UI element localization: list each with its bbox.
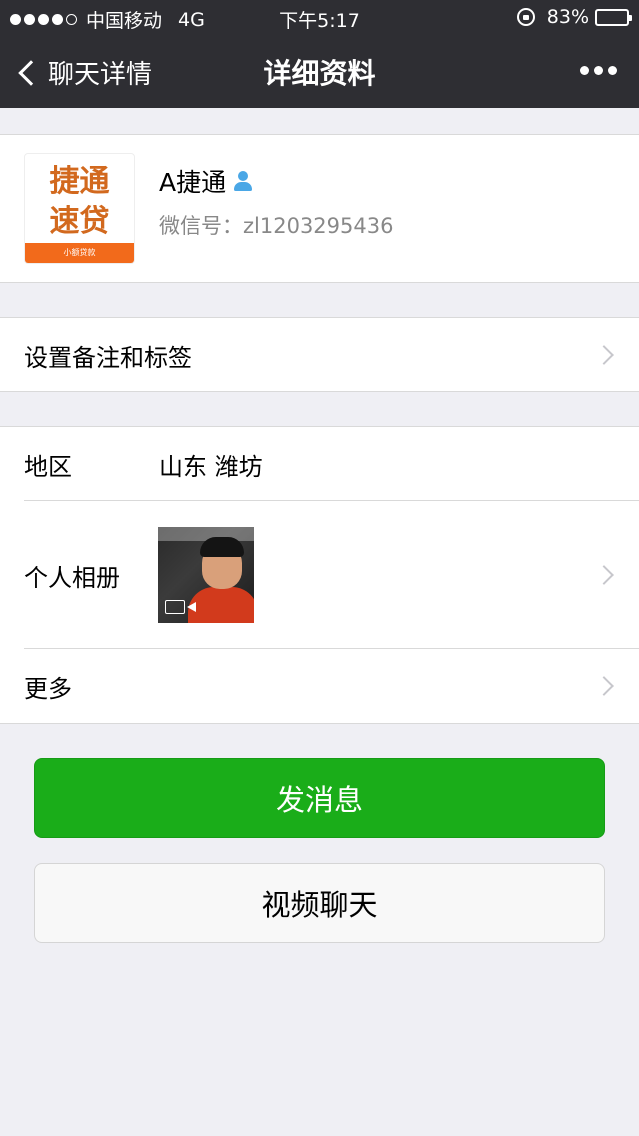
wechat-id: 微信号：zl1203295436 [159, 214, 394, 238]
thumb-person-body [188, 587, 254, 623]
more-dot-icon [608, 66, 617, 75]
more-dot-icon [580, 66, 589, 75]
more-dot-icon [594, 66, 603, 75]
page-title: 详细资料 [263, 57, 376, 90]
video-chat-button[interactable]: 视频聊天 [34, 863, 605, 943]
video-camera-lens [187, 602, 196, 612]
more-label: 更多 [24, 674, 72, 703]
send-message-button[interactable]: 发消息 [34, 758, 605, 838]
profile-card: 捷通速贷 小额贷款 A捷通 微信号：zl1203295436 [0, 134, 639, 283]
avatar[interactable]: 捷通 速贷 小额贷款 [24, 153, 135, 264]
chevron-right-icon [594, 676, 614, 696]
album-row[interactable]: 个人相册 [0, 501, 639, 649]
region-label: 地区 [24, 452, 72, 481]
profile-name-row: A捷通 [159, 163, 254, 199]
chevron-right-icon [594, 565, 614, 585]
status-right: 83% [516, 6, 632, 28]
region-value: 山东 潍坊 [159, 452, 263, 481]
status-bar: 中国移动 4G 下午5:17 83% [0, 0, 639, 36]
avatar-logo-text: 捷通 速贷 [25, 162, 134, 242]
battery-icon [595, 8, 632, 26]
album-label: 个人相册 [24, 563, 120, 592]
region-row: 地区 山东 潍坊 [0, 427, 639, 501]
more-options-button[interactable] [575, 66, 617, 75]
avatar-logo-line: 速贷 [49, 204, 110, 239]
person-icon [232, 170, 254, 192]
profile-name: A捷通 [159, 168, 227, 197]
info-section: 地区 山东 潍坊 个人相册 更多 [0, 426, 639, 724]
avatar-logo-line: 捷通 [49, 164, 110, 199]
video-camera-body [165, 600, 185, 614]
battery-percent: 83% [546, 6, 589, 28]
avatar-subtext: 小额贷款 [25, 243, 134, 263]
video-camera-icon [165, 599, 197, 615]
more-row[interactable]: 更多 [0, 649, 639, 723]
remark-tags-label: 设置备注和标签 [24, 343, 192, 372]
album-thumbnail[interactable] [158, 527, 254, 623]
thumb-person-hair [200, 537, 244, 557]
nav-bar: 聊天详情 详细资料 [0, 36, 639, 108]
rotation-lock-icon [516, 8, 535, 26]
remark-section: 设置备注和标签 [0, 317, 639, 392]
chevron-right-icon [594, 345, 614, 365]
remark-tags-row[interactable]: 设置备注和标签 [0, 318, 639, 392]
